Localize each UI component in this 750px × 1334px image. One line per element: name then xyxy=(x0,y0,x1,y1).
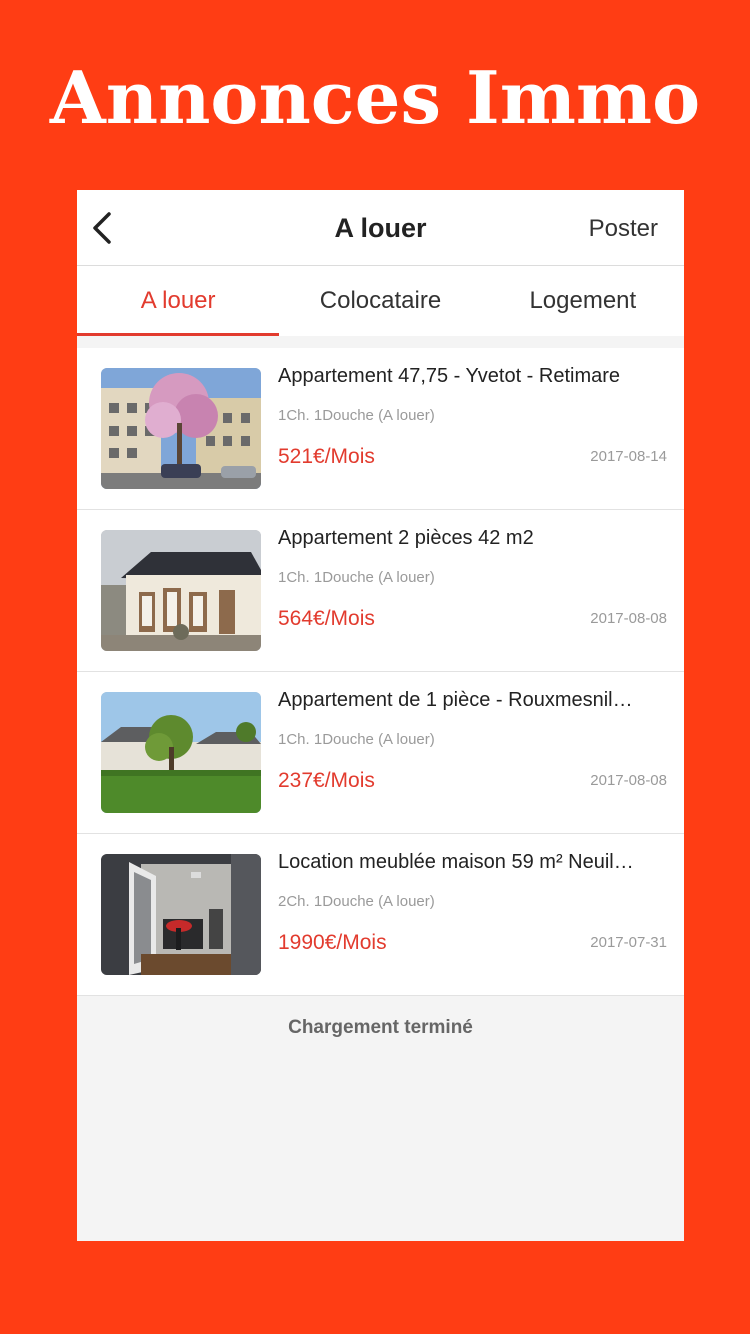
listing-details: 1Ch. 1Douche (A louer) xyxy=(278,569,435,586)
listing-details: 1Ch. 1Douche (A louer) xyxy=(278,407,435,424)
tab-a-louer[interactable]: A louer xyxy=(77,266,280,336)
navigation-bar: A louer Poster xyxy=(77,190,684,266)
listing-item[interactable]: Appartement 47,75 - Yvetot - Retimare 1C… xyxy=(77,348,684,510)
tab-bar: A louer Colocataire Logement xyxy=(77,266,684,336)
listing-date: 2017-08-08 xyxy=(590,772,667,789)
interior-room-photo xyxy=(101,854,261,975)
listing-date: 2017-08-08 xyxy=(590,610,667,627)
tab-colocataire[interactable]: Colocataire xyxy=(279,266,481,336)
listing-item[interactable]: Location meublée maison 59 m² Neuil… 2Ch… xyxy=(77,834,684,996)
app-screen: A louer Poster A louer Colocataire Logem… xyxy=(77,190,684,1241)
house-facade-photo xyxy=(101,530,261,651)
listing-title: Appartement 2 pièces 42 m2 xyxy=(278,527,534,549)
listing-details: 2Ch. 1Douche (A louer) xyxy=(278,893,435,910)
listing-item[interactable]: Appartement de 1 pièce - Rouxmesnil… 1Ch… xyxy=(77,672,684,834)
listing-price: 1990€/Mois xyxy=(278,931,387,954)
listing-item[interactable]: Appartement 2 pièces 42 m2 1Ch. 1Douche … xyxy=(77,510,684,672)
listing-title: Appartement 47,75 - Yvetot - Retimare xyxy=(278,365,621,387)
promo-title: Annonces Immo xyxy=(49,55,701,140)
listing-price: 564€/Mois xyxy=(278,607,375,630)
house-garden-photo xyxy=(101,692,261,813)
listing-date: 2017-07-31 xyxy=(590,934,667,951)
post-button[interactable]: Poster xyxy=(589,214,658,244)
listing-list: Appartement 47,75 - Yvetot - Retimare 1C… xyxy=(77,348,684,996)
listing-title: Location meublée maison 59 m² Neuil… xyxy=(278,851,634,873)
apartment-building-photo xyxy=(101,368,261,489)
listing-date: 2017-08-14 xyxy=(590,448,667,465)
tab-logement[interactable]: Logement xyxy=(482,266,684,336)
listing-price: 521€/Mois xyxy=(278,445,375,468)
listing-title: Appartement de 1 pièce - Rouxmesnil… xyxy=(278,689,633,711)
listing-price: 237€/Mois xyxy=(278,769,375,792)
back-chevron-icon[interactable] xyxy=(87,210,117,246)
listing-details: 1Ch. 1Douche (A louer) xyxy=(278,731,435,748)
loading-status: Chargement terminé xyxy=(288,1017,473,1038)
